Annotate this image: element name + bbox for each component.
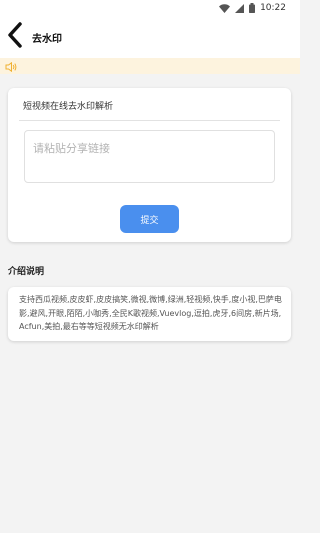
signal-icon — [235, 3, 245, 13]
page-title: 去水印 — [32, 33, 62, 45]
back-button[interactable] — [4, 22, 26, 52]
back-arrow-icon — [7, 22, 23, 52]
app-header: 去水印 — [0, 16, 300, 58]
parse-card: 短视频在线去水印解析 请粘贴分享链接 提交 — [8, 88, 291, 242]
parse-card-title: 短视频在线去水印解析 — [23, 102, 114, 112]
intro-text: 支持西瓜视频,皮皮虾,皮皮搞笑,微视,微博,绿洲,轻视频,快手,度小视,巴萨电影… — [19, 295, 282, 331]
intro-title: 介绍说明 — [8, 267, 45, 277]
intro-card: 支持西瓜视频,皮皮虾,皮皮搞笑,微视,微博,绿洲,轻视频,快手,度小视,巴萨电影… — [8, 287, 291, 341]
notice-bar — [0, 58, 300, 74]
status-bar: 10:22 — [0, 0, 300, 16]
battery-icon — [249, 3, 256, 13]
wifi-icon — [219, 3, 231, 13]
speaker-icon — [5, 57, 17, 76]
divider — [19, 120, 280, 121]
status-time: 10:22 — [260, 3, 286, 13]
share-link-input[interactable]: 请粘贴分享链接 — [24, 130, 275, 183]
submit-button[interactable]: 提交 — [120, 205, 179, 233]
